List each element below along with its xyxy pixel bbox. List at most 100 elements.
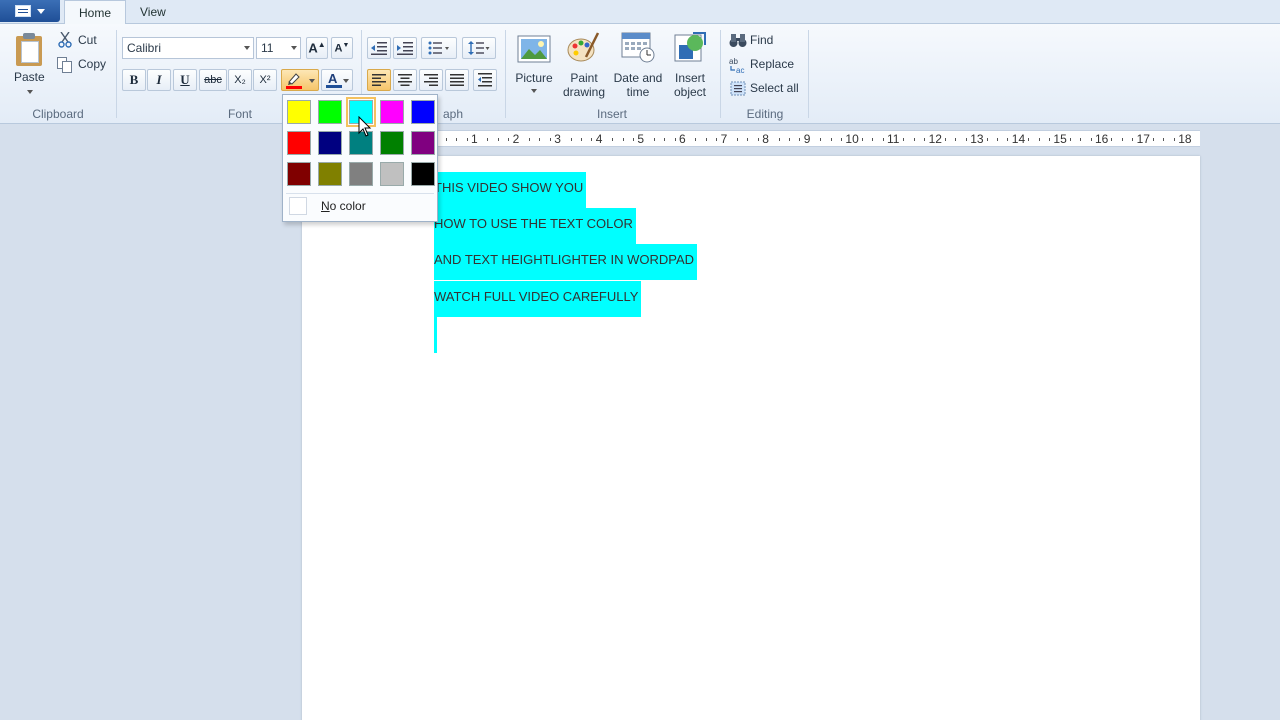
- decrease-indent-button[interactable]: [367, 37, 391, 59]
- paragraph-button[interactable]: [473, 69, 497, 91]
- ruler-tick: [456, 138, 458, 141]
- color-swatch[interactable]: [349, 162, 373, 186]
- horizontal-ruler[interactable]: 1 2 3 4 5 6 7 8 9 10 11 12 13 14 15 16 17 18: [438, 130, 1200, 147]
- ruler-tick: [497, 138, 499, 141]
- ruler-tick: [716, 138, 718, 141]
- paint-palette-icon[interactable]: [566, 31, 600, 63]
- font-family-select[interactable]: Calibri: [122, 37, 254, 59]
- color-swatch[interactable]: [287, 100, 311, 124]
- ruler-tick: [633, 138, 634, 141]
- insert-object-icon[interactable]: [673, 31, 707, 63]
- chevron-down-icon: [291, 46, 297, 50]
- color-swatch[interactable]: [411, 100, 435, 124]
- text-color-button[interactable]: A: [321, 69, 353, 91]
- ruler-number: 14: [1011, 132, 1026, 146]
- cut-button[interactable]: Cut: [78, 33, 97, 47]
- application-menu-button[interactable]: [0, 0, 60, 22]
- bold-button[interactable]: B: [122, 69, 146, 91]
- italic-button[interactable]: I: [147, 69, 171, 91]
- paste-dropdown-icon[interactable]: [27, 90, 33, 94]
- ruler-tick: [570, 138, 572, 141]
- svg-text:ac: ac: [736, 66, 744, 74]
- increase-indent-button[interactable]: [393, 37, 417, 59]
- picture-icon[interactable]: [517, 33, 551, 65]
- paint-drawing-button[interactable]: Paint drawing: [558, 71, 610, 99]
- tab-view[interactable]: View: [126, 0, 180, 24]
- date-and-time-button[interactable]: Date and time: [610, 71, 666, 99]
- align-left-button[interactable]: [367, 69, 391, 91]
- ruler-tick: [737, 138, 738, 141]
- line-spacing-button[interactable]: [462, 37, 496, 59]
- ruler-tick: [1007, 138, 1009, 141]
- color-swatch[interactable]: [318, 100, 342, 124]
- ruler-tick: [913, 138, 915, 141]
- ruler-tick: [1111, 138, 1113, 141]
- select-all-icon[interactable]: [730, 81, 746, 96]
- ruler-tick: [487, 138, 489, 141]
- strikethrough-button[interactable]: abc: [199, 69, 227, 91]
- copy-icon[interactable]: [57, 57, 73, 73]
- picture-dropdown-icon[interactable]: [531, 89, 537, 93]
- insert-object-button[interactable]: Insert object: [666, 71, 714, 99]
- paste-icon[interactable]: [14, 32, 46, 66]
- ruler-tick: [612, 138, 614, 141]
- ruler-tick: [986, 138, 988, 141]
- ribbon-tab-bar: Home View: [0, 0, 1280, 25]
- align-right-icon: [424, 74, 438, 86]
- align-left-icon: [372, 74, 386, 86]
- picture-button[interactable]: Picture: [512, 71, 556, 85]
- justify-icon: [450, 74, 464, 86]
- ruler-number: 15: [1053, 132, 1067, 146]
- color-swatch[interactable]: [380, 100, 404, 124]
- color-swatch[interactable]: [411, 131, 435, 155]
- shrink-font-button[interactable]: A▼: [331, 37, 353, 59]
- chevron-down-icon: [343, 79, 349, 83]
- color-swatch[interactable]: [318, 131, 342, 155]
- copy-button[interactable]: Copy: [78, 57, 106, 71]
- grow-font-button[interactable]: A▲: [306, 37, 328, 59]
- bullets-button[interactable]: [421, 37, 457, 59]
- document-line-1[interactable]: THIS VIDEO SHOW YOU: [434, 172, 587, 208]
- document-line-2[interactable]: HOW TO USE THE TEXT COLOR: [434, 208, 636, 244]
- justify-button[interactable]: [445, 69, 469, 91]
- find-button[interactable]: Find: [750, 33, 773, 47]
- text-highlight-color-button[interactable]: [281, 69, 319, 91]
- document-line-4[interactable]: WATCH FULL VIDEO CAREFULLY: [434, 281, 642, 317]
- color-swatch[interactable]: [287, 162, 311, 186]
- color-swatch[interactable]: [380, 162, 404, 186]
- select-all-button[interactable]: Select all: [750, 81, 799, 95]
- color-swatch[interactable]: [318, 162, 342, 186]
- ruler-tick: [1038, 138, 1040, 141]
- replace-icon[interactable]: ab ac: [729, 56, 747, 74]
- ruler-tick: [1121, 138, 1123, 141]
- font-family-value: Calibri: [127, 41, 162, 55]
- no-color-swatch[interactable]: [289, 197, 307, 215]
- color-swatch[interactable]: [411, 162, 435, 186]
- replace-button[interactable]: Replace: [750, 57, 794, 71]
- superscript-button[interactable]: X²: [253, 69, 277, 91]
- subscript-button[interactable]: X₂: [228, 69, 252, 91]
- calendar-clock-icon[interactable]: [621, 31, 655, 63]
- paint-label-line-2: drawing: [562, 85, 606, 99]
- increase-indent-icon: [397, 42, 413, 55]
- ribbon-separator: [720, 30, 721, 118]
- binoculars-icon[interactable]: [729, 32, 747, 48]
- paragraph-icon: [478, 73, 492, 87]
- color-swatch[interactable]: [380, 131, 404, 155]
- align-right-button[interactable]: [419, 69, 443, 91]
- no-color-option[interactable]: No color: [321, 199, 366, 213]
- ruler-tick: [965, 138, 967, 141]
- paste-button[interactable]: Paste: [14, 70, 45, 84]
- scissors-icon[interactable]: [58, 32, 72, 48]
- ruler-tick: [1080, 138, 1082, 141]
- document-line-3[interactable]: AND TEXT HEIGHTLIGHTER IN WORDPAD: [434, 244, 698, 280]
- ruler-tick: [445, 138, 447, 141]
- underline-button[interactable]: U: [173, 69, 197, 91]
- ruler-tick: [581, 138, 582, 141]
- ruler-tick: [872, 138, 874, 141]
- color-swatch[interactable]: [287, 131, 311, 155]
- align-center-button[interactable]: [393, 69, 417, 91]
- font-size-select[interactable]: 11: [256, 37, 301, 59]
- tab-home[interactable]: Home: [64, 0, 127, 25]
- bullet-list-icon: [428, 41, 449, 55]
